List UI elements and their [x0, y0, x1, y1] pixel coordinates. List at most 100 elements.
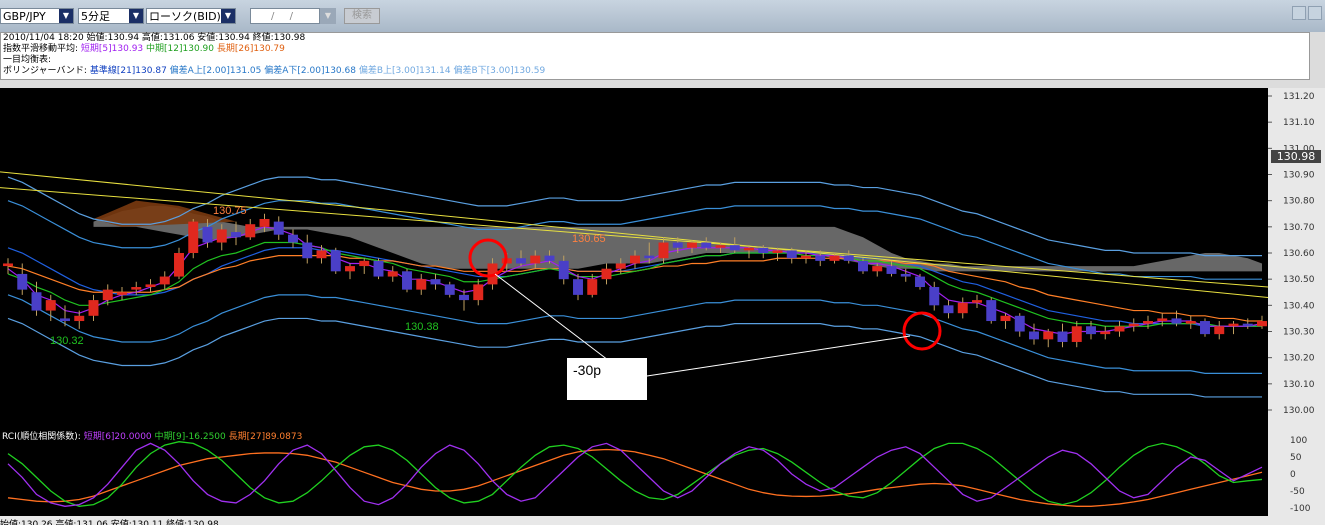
candle-body — [1043, 331, 1054, 340]
timeframe-select[interactable]: 5分足 ▼ — [78, 8, 144, 24]
price-annotation-label: 130.65 — [572, 233, 606, 245]
candle-body — [986, 300, 997, 322]
candle-body — [829, 255, 840, 261]
price-annotation-label: 130.32 — [50, 335, 84, 347]
chevron-down-icon[interactable]: ▼ — [59, 9, 73, 23]
candle-body — [1143, 321, 1153, 324]
candle-body — [943, 305, 954, 314]
candle-body — [60, 318, 70, 322]
y-tick-label: 130.00 — [1283, 406, 1315, 416]
y-tick-label: 131.20 — [1283, 92, 1315, 102]
y-tick-label: 130.50 — [1283, 275, 1315, 285]
candle-body — [1171, 318, 1182, 324]
price-chart[interactable]: 130.00 130.10 130.20 130.30 130.40 130.50 130.… — [0, 88, 1325, 433]
price-chart-svg: 130.00 130.10 130.20 130.30 130.40 130.50 130.… — [0, 88, 1325, 433]
candle-body — [88, 300, 99, 316]
candle-body — [74, 315, 85, 322]
y-tick-label: 130.10 — [1283, 380, 1315, 390]
candle-body — [402, 271, 412, 290]
candle-body — [3, 263, 13, 267]
candle-body — [630, 255, 640, 264]
rci-mid-value: 中期[9]-16.2500 — [154, 432, 226, 442]
current-price-tag: 130.98 — [1271, 150, 1321, 163]
candle-body — [1014, 315, 1025, 332]
candle-body — [1185, 321, 1196, 324]
candle-body — [1000, 315, 1011, 322]
window-button-icon[interactable] — [1308, 6, 1322, 20]
candle-body — [387, 271, 398, 277]
candle-body — [929, 287, 940, 306]
bb-base-value: 基準線[21]130.87 — [89, 66, 167, 76]
candle-body — [416, 279, 427, 290]
search-button[interactable]: 検索 — [344, 8, 380, 24]
candle-body — [715, 245, 726, 248]
candle-body — [900, 273, 911, 277]
y-tick-label: 130.60 — [1283, 249, 1315, 259]
candle-body — [430, 279, 441, 285]
rci-long-value: 長期[27]89.0873 — [228, 432, 303, 442]
y-tick-label: 130.40 — [1283, 301, 1315, 311]
candle-body — [544, 255, 555, 261]
calendar-dropdown-icon[interactable]: ▼ — [320, 8, 336, 24]
rci-tick-label: -100 — [1290, 504, 1311, 514]
y-tick-label: 130.80 — [1283, 197, 1315, 207]
candle-body — [1071, 326, 1082, 342]
candle-body — [558, 260, 569, 280]
date-input[interactable]: / / — [250, 8, 320, 24]
candle-body — [858, 260, 868, 272]
candle-body — [202, 226, 213, 243]
chart-type-select[interactable]: ローソク(BID) ▼ — [146, 8, 236, 24]
y-tick-label: 130.90 — [1283, 171, 1315, 181]
candle-body — [259, 218, 270, 227]
bb-a-up-value: 偏差A上[2.00]131.05 — [169, 66, 262, 76]
candle-body — [1029, 331, 1039, 340]
ma-mid-value: 中期[12]130.90 — [146, 44, 215, 54]
candle-body — [273, 221, 284, 235]
candle-body — [872, 266, 883, 272]
rci-tick-label: 50 — [1290, 453, 1302, 463]
candle-body — [131, 287, 142, 290]
bottom-status: 始値:130.26 高値:131.06 安値:130.11 終値:130.98 — [0, 516, 1325, 525]
candle-body — [701, 242, 712, 248]
candle-body — [744, 247, 754, 251]
candle-body — [516, 258, 526, 264]
rci-tick-label: 0 — [1290, 470, 1296, 480]
candle-body — [801, 255, 811, 259]
candle-body — [159, 276, 170, 285]
ma-line: 指数平滑移動平均: 短期[5]130.93 中期[12]130.90 長期[26… — [3, 44, 1309, 55]
candle-body — [786, 250, 797, 259]
candle-body — [758, 247, 769, 253]
window-button-icon[interactable] — [1292, 6, 1306, 20]
candle-body — [359, 260, 370, 267]
candle-body — [1214, 326, 1225, 335]
candle-body — [1128, 323, 1139, 327]
pair-select[interactable]: GBP/JPY ▼ — [0, 8, 74, 24]
candle-body — [729, 245, 740, 251]
candle-body — [615, 263, 626, 269]
chevron-down-icon[interactable]: ▼ — [221, 9, 235, 23]
rci-tick-label: 100 — [1290, 436, 1307, 446]
bb-label: ボリンジャーバンド: — [3, 66, 87, 76]
candle-body — [1200, 321, 1210, 335]
candle-body — [17, 273, 28, 290]
y-tick-label: 131.10 — [1283, 118, 1315, 128]
rci-tick-label: -50 — [1290, 487, 1305, 497]
candle-body — [601, 268, 612, 280]
candle-body — [658, 242, 669, 259]
y-tick-label: 130.20 — [1283, 354, 1315, 364]
candle-body — [302, 242, 313, 259]
y-tick-label: 130.30 — [1283, 328, 1315, 338]
chevron-down-icon[interactable]: ▼ — [129, 9, 143, 23]
candle-body — [1242, 323, 1253, 327]
candle-body — [174, 253, 184, 277]
candle-body — [1228, 323, 1239, 327]
candle-body — [102, 289, 113, 301]
candle-body — [473, 284, 484, 301]
candle-body — [245, 224, 256, 238]
candle-body — [1157, 318, 1168, 322]
candle-body — [915, 276, 925, 288]
candle-body — [587, 279, 598, 295]
candle-body — [886, 266, 897, 274]
candle-body — [145, 284, 156, 288]
candle-body — [288, 234, 298, 243]
